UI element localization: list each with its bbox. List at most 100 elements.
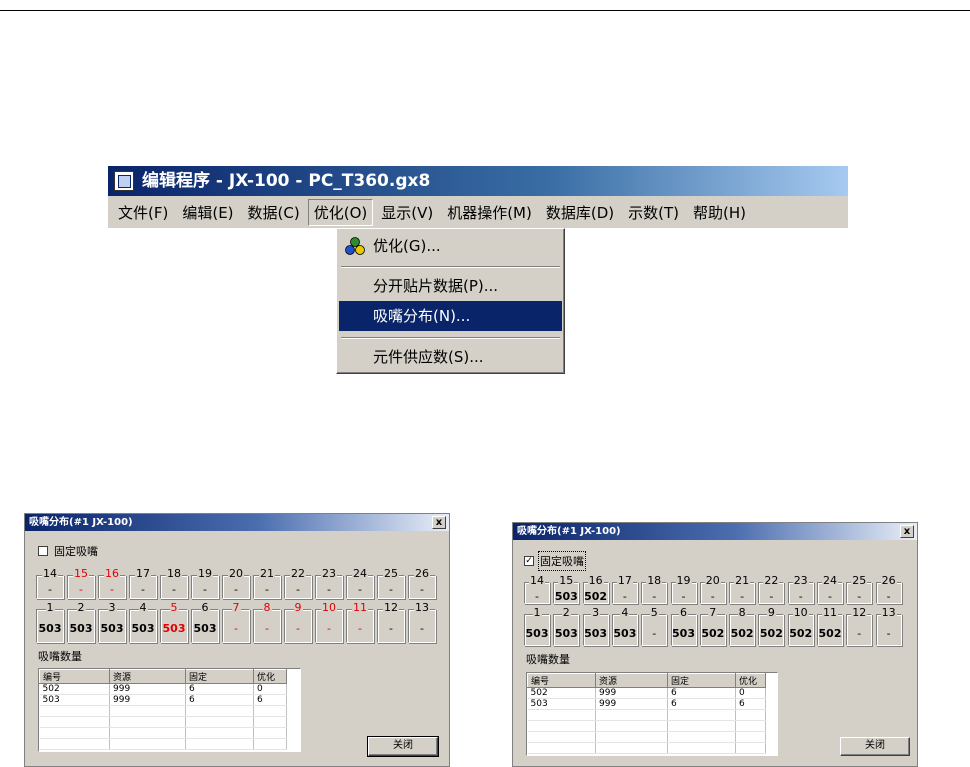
nozzle-number: 26 bbox=[409, 567, 435, 580]
nozzle-number: 4 bbox=[613, 606, 637, 619]
nozzle-slot-8: 8 502 bbox=[729, 606, 756, 646]
nozzle-value: 503 bbox=[672, 627, 695, 640]
nozzle-count-table[interactable]: 编号 资源 固定 优化 502 999 6 0 503 999 6 6 bbox=[38, 668, 301, 752]
menu-optimize[interactable]: 优化(O) bbox=[307, 198, 374, 226]
nozzle-slot-5: 5 503 bbox=[160, 601, 188, 643]
dropdown-item-feeder-count[interactable]: 元件供应数(S)... bbox=[339, 342, 562, 372]
nozzle-slot-22: 22 - bbox=[284, 567, 312, 599]
table-cell: 503 bbox=[39, 694, 110, 706]
nozzle-number-text: 11 bbox=[352, 601, 368, 614]
nozzle-value: - bbox=[652, 590, 657, 603]
column-header-fixed[interactable]: 固定 bbox=[667, 673, 736, 688]
nozzle-slot-11: 11 - bbox=[346, 601, 374, 643]
nozzle-number-text: 3 bbox=[591, 606, 601, 619]
dropdown-item-label: 吸嘴分布(N)... bbox=[373, 307, 471, 325]
nozzle-value: - bbox=[622, 590, 627, 603]
dropdown-item-optimize[interactable]: 优化(G)... bbox=[339, 231, 562, 261]
nozzle-number-text: 2 bbox=[561, 606, 571, 619]
nozzle-dialog-unfixed: 吸嘴分布(#1 JX-100) x 固定吸嘴 14-15-16-17-18-19… bbox=[24, 513, 450, 767]
column-header-optimized[interactable]: 优化 bbox=[253, 669, 287, 684]
nozzle-number-text: 8 bbox=[262, 601, 272, 614]
nozzle-number: 24 bbox=[347, 567, 373, 580]
nozzle-number-text: 17 bbox=[135, 567, 151, 580]
nozzle-number: 21 bbox=[730, 574, 754, 587]
close-icon[interactable]: x bbox=[900, 525, 914, 538]
nozzle-number-text: 5 bbox=[169, 601, 179, 614]
fixed-nozzle-checkbox[interactable]: ✓ 固定吸嘴 bbox=[524, 551, 586, 571]
nozzle-number-text: 7 bbox=[708, 606, 718, 619]
column-header-resource[interactable]: 资源 bbox=[595, 673, 668, 688]
nozzle-number: 2 bbox=[68, 601, 94, 614]
nozzle-dialog-fixed: 吸嘴分布(#1 JX-100) x ✓ 固定吸嘴 14-15 503 16 502 17… bbox=[512, 522, 918, 767]
nozzle-slot-15: 15 503 bbox=[553, 574, 580, 604]
nozzle-number-text: 1 bbox=[532, 606, 542, 619]
menu-teach[interactable]: 示数(T) bbox=[622, 199, 685, 226]
nozzle-number-text: 25 bbox=[851, 574, 868, 587]
table-cell: 999 bbox=[109, 683, 186, 695]
nozzle-number-text: 14 bbox=[529, 574, 545, 587]
table-row[interactable]: 502 999 6 0 bbox=[527, 687, 766, 699]
nozzle-value: - bbox=[358, 583, 362, 596]
nozzle-value: - bbox=[886, 590, 891, 603]
nozzle-value: - bbox=[172, 583, 176, 596]
menu-display[interactable]: 显示(V) bbox=[375, 199, 439, 226]
column-header-id[interactable]: 编号 bbox=[527, 673, 596, 688]
menu-machine[interactable]: 机器操作(M) bbox=[441, 199, 538, 226]
checkbox-box[interactable]: ✓ bbox=[524, 556, 534, 566]
nozzle-value: - bbox=[110, 583, 114, 596]
nozzle-value: - bbox=[48, 583, 52, 596]
nozzle-number-text: 18 bbox=[646, 574, 663, 587]
table-cell: 6 bbox=[735, 698, 766, 710]
nozzle-value: - bbox=[828, 590, 832, 603]
nozzle-value: - bbox=[535, 590, 539, 603]
table-row[interactable]: 502 999 6 0 bbox=[39, 683, 287, 695]
nozzle-number: 13 bbox=[409, 601, 435, 614]
dropdown-item-nozzle-distribution[interactable]: 吸嘴分布(N)... bbox=[339, 301, 562, 331]
close-icon[interactable]: x bbox=[432, 516, 446, 529]
nozzle-number: 15 bbox=[68, 567, 94, 580]
nozzle-slot-15: 15 - bbox=[67, 567, 95, 599]
menu-file[interactable]: 文件(F) bbox=[112, 199, 174, 226]
nozzle-number: 16 bbox=[584, 574, 608, 587]
nozzle-value: - bbox=[203, 583, 207, 596]
nozzle-number: 19 bbox=[672, 574, 696, 587]
nozzle-value: - bbox=[327, 622, 331, 635]
fixed-nozzle-checkbox[interactable]: 固定吸嘴 bbox=[38, 543, 98, 559]
nozzle-slot-2: 2 503 bbox=[67, 601, 95, 643]
nozzle-number: 10 bbox=[316, 601, 342, 614]
checkbox-box[interactable] bbox=[38, 546, 48, 556]
nozzle-number-text: 16 bbox=[587, 574, 604, 587]
menu-help[interactable]: 帮助(H) bbox=[687, 199, 752, 226]
table-row[interactable]: 503 999 6 6 bbox=[527, 698, 766, 710]
column-header-optimized[interactable]: 优化 bbox=[735, 673, 766, 688]
nozzle-value: - bbox=[420, 622, 424, 635]
nozzle-slot-21: 21 - bbox=[253, 567, 281, 599]
dropdown-item-split-data[interactable]: 分开贴片数据(P)... bbox=[339, 271, 562, 301]
menu-data[interactable]: 数据(C) bbox=[242, 199, 306, 226]
close-button[interactable]: 关闭 bbox=[840, 737, 910, 756]
nozzle-value: - bbox=[389, 622, 393, 635]
nozzle-value: - bbox=[798, 590, 803, 603]
nozzle-value: - bbox=[857, 590, 862, 603]
column-header-id[interactable]: 编号 bbox=[39, 669, 110, 684]
dialog-titlebar: 吸嘴分布(#1 JX-100) x bbox=[25, 514, 449, 531]
column-header-fixed[interactable]: 固定 bbox=[185, 669, 254, 684]
nozzle-count-table[interactable]: 编号 资源 固定 优化 502 999 6 0 503 999 6 6 bbox=[526, 672, 778, 756]
menu-database[interactable]: 数据库(D) bbox=[540, 199, 620, 226]
close-button[interactable]: 关闭 bbox=[367, 736, 439, 757]
nozzle-number: 9 bbox=[759, 606, 783, 619]
nozzle-number-text: 22 bbox=[763, 574, 780, 587]
nozzle-number: 6 bbox=[192, 601, 218, 614]
nozzle-slot-25: 25 - bbox=[377, 567, 405, 599]
nozzle-number-text: 9 bbox=[293, 601, 303, 614]
column-header-resource[interactable]: 资源 bbox=[109, 669, 186, 684]
nozzle-number-text: 18 bbox=[166, 567, 182, 580]
nozzle-slot-24: 24 - bbox=[346, 567, 374, 599]
nozzle-value: - bbox=[79, 583, 83, 596]
menu-edit[interactable]: 编辑(E) bbox=[176, 199, 239, 226]
table-row[interactable]: 503 999 6 6 bbox=[39, 694, 287, 706]
nozzle-number: 20 bbox=[223, 567, 249, 580]
nozzle-number-text: 2 bbox=[76, 601, 86, 614]
nozzle-number: 14 bbox=[37, 567, 63, 580]
table-cell: 6 bbox=[253, 694, 287, 706]
